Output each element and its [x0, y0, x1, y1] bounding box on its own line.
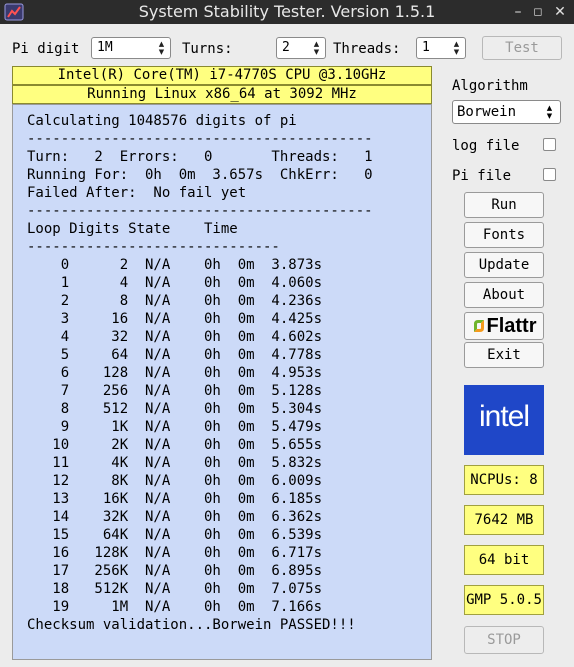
output-row: 1 4 N/A 0h 0m 4.060s — [60, 275, 323, 291]
output-line: ----------------------------------------… — [27, 131, 373, 147]
test-button[interactable]: Test — [482, 36, 562, 60]
pi-file-checkbox[interactable] — [543, 168, 556, 181]
output-line: Failed After: No fail yet — [27, 185, 247, 201]
log-file-label: log file — [452, 138, 520, 154]
memory-info: 7642 MB — [464, 505, 544, 535]
pi-file-label: Pi file — [452, 168, 512, 184]
flattr-label: Flattr — [486, 315, 537, 337]
turns-value: 2 — [282, 40, 290, 55]
threads-spinbox[interactable]: 1 ▲ ▼ — [416, 37, 466, 59]
output-row: 8 512 N/A 0h 0m 5.304s — [60, 401, 323, 417]
stop-button[interactable]: STOP — [464, 626, 544, 654]
intel-logo: intel — [464, 385, 544, 455]
threads-label: Threads: — [333, 41, 401, 57]
output-line: Running For: 0h 0m 3.657s ChkErr: 0 — [27, 167, 373, 183]
flattr-icon — [473, 320, 484, 332]
algorithm-select[interactable]: Borwein ▲ ▼ — [452, 100, 561, 124]
spin-arrows-icon[interactable]: ▲ ▼ — [312, 40, 321, 56]
output-text: Calculating 1048576 digits of pi -------… — [27, 112, 373, 634]
title-bar: System Stability Tester. Version 1.5.1 –… — [0, 0, 574, 24]
minimize-button[interactable]: – — [508, 2, 528, 22]
pi-digit-value: 1M — [97, 40, 113, 55]
output-line: Turn: 2 Errors: 0 Threads: 1 — [27, 149, 373, 165]
output-row: 16 128K N/A 0h 0m 6.717s — [52, 545, 323, 561]
spin-arrows-icon: ▲ ▼ — [546, 104, 553, 120]
output-row: 4 32 N/A 0h 0m 4.602s — [60, 329, 323, 345]
spin-arrows-icon[interactable]: ▲ ▼ — [452, 40, 461, 56]
pi-digit-label: Pi digit — [12, 41, 80, 57]
output-line: ------------------------------ — [27, 239, 280, 255]
intel-logo-text: intel — [478, 400, 530, 433]
output-row: 6 128 N/A 0h 0m 4.953s — [60, 365, 323, 381]
algorithm-value: Borwein — [457, 104, 517, 120]
threads-value: 1 — [422, 40, 430, 55]
output-line: ----------------------------------------… — [27, 203, 373, 219]
cpu-info: Intel(R) Core(TM) i7-4770S CPU @3.10GHz — [12, 66, 432, 85]
output-row: 3 16 N/A 0h 0m 4.425s — [60, 311, 323, 327]
output-row: 18 512K N/A 0h 0m 7.075s — [52, 581, 323, 597]
bits-info: 64 bit — [464, 545, 544, 575]
turns-label: Turns: — [182, 41, 233, 57]
gmp-info: GMP 5.0.5 — [464, 585, 544, 615]
ncpus-info: NCPUs: 8 — [464, 465, 544, 495]
run-button[interactable]: Run — [464, 192, 544, 218]
output-row: 0 2 N/A 0h 0m 3.873s — [60, 257, 323, 273]
output-row: 10 2K N/A 0h 0m 5.655s — [52, 437, 323, 453]
output-row: 13 16K N/A 0h 0m 6.185s — [52, 491, 323, 507]
output-row: 15 64K N/A 0h 0m 6.539s — [52, 527, 323, 543]
output-footer: Checksum validation...Borwein PASSED!!! — [27, 617, 356, 633]
output-row: 2 8 N/A 0h 0m 4.236s — [60, 293, 323, 309]
about-button[interactable]: About — [464, 282, 544, 308]
output-line: Loop Digits State Time — [27, 221, 238, 237]
close-button[interactable]: ✕ — [550, 2, 570, 22]
pi-digit-spinbox[interactable]: 1M ▲ ▼ — [91, 37, 171, 59]
flattr-button[interactable]: Flattr — [464, 312, 544, 340]
spin-arrows-icon[interactable]: ▲ ▼ — [157, 40, 166, 56]
turns-spinbox[interactable]: 2 ▲ ▼ — [276, 37, 326, 59]
output-row: 17 256K N/A 0h 0m 6.895s — [52, 563, 323, 579]
output-row: 5 64 N/A 0h 0m 4.778s — [60, 347, 323, 363]
output-row: 9 1K N/A 0h 0m 5.479s — [60, 419, 323, 435]
os-info: Running Linux x86_64 at 3092 MHz — [12, 85, 432, 104]
log-file-checkbox[interactable] — [543, 138, 556, 151]
output-line: Calculating 1048576 digits of pi — [27, 113, 297, 129]
output-row: 19 1M N/A 0h 0m 7.166s — [52, 599, 323, 615]
update-button[interactable]: Update — [464, 252, 544, 278]
window-title: System Stability Tester. Version 1.5.1 — [138, 2, 436, 21]
output-panel[interactable]: Calculating 1048576 digits of pi -------… — [12, 104, 432, 660]
fonts-button[interactable]: Fonts — [464, 222, 544, 248]
output-row: 7 256 N/A 0h 0m 5.128s — [60, 383, 323, 399]
algorithm-label: Algorithm — [452, 78, 528, 94]
exit-button[interactable]: Exit — [464, 342, 544, 368]
output-row: 14 32K N/A 0h 0m 6.362s — [52, 509, 323, 525]
maximize-button[interactable]: ◻ — [528, 2, 548, 22]
output-row: 12 8K N/A 0h 0m 6.009s — [52, 473, 323, 489]
output-row: 11 4K N/A 0h 0m 5.832s — [52, 455, 323, 471]
